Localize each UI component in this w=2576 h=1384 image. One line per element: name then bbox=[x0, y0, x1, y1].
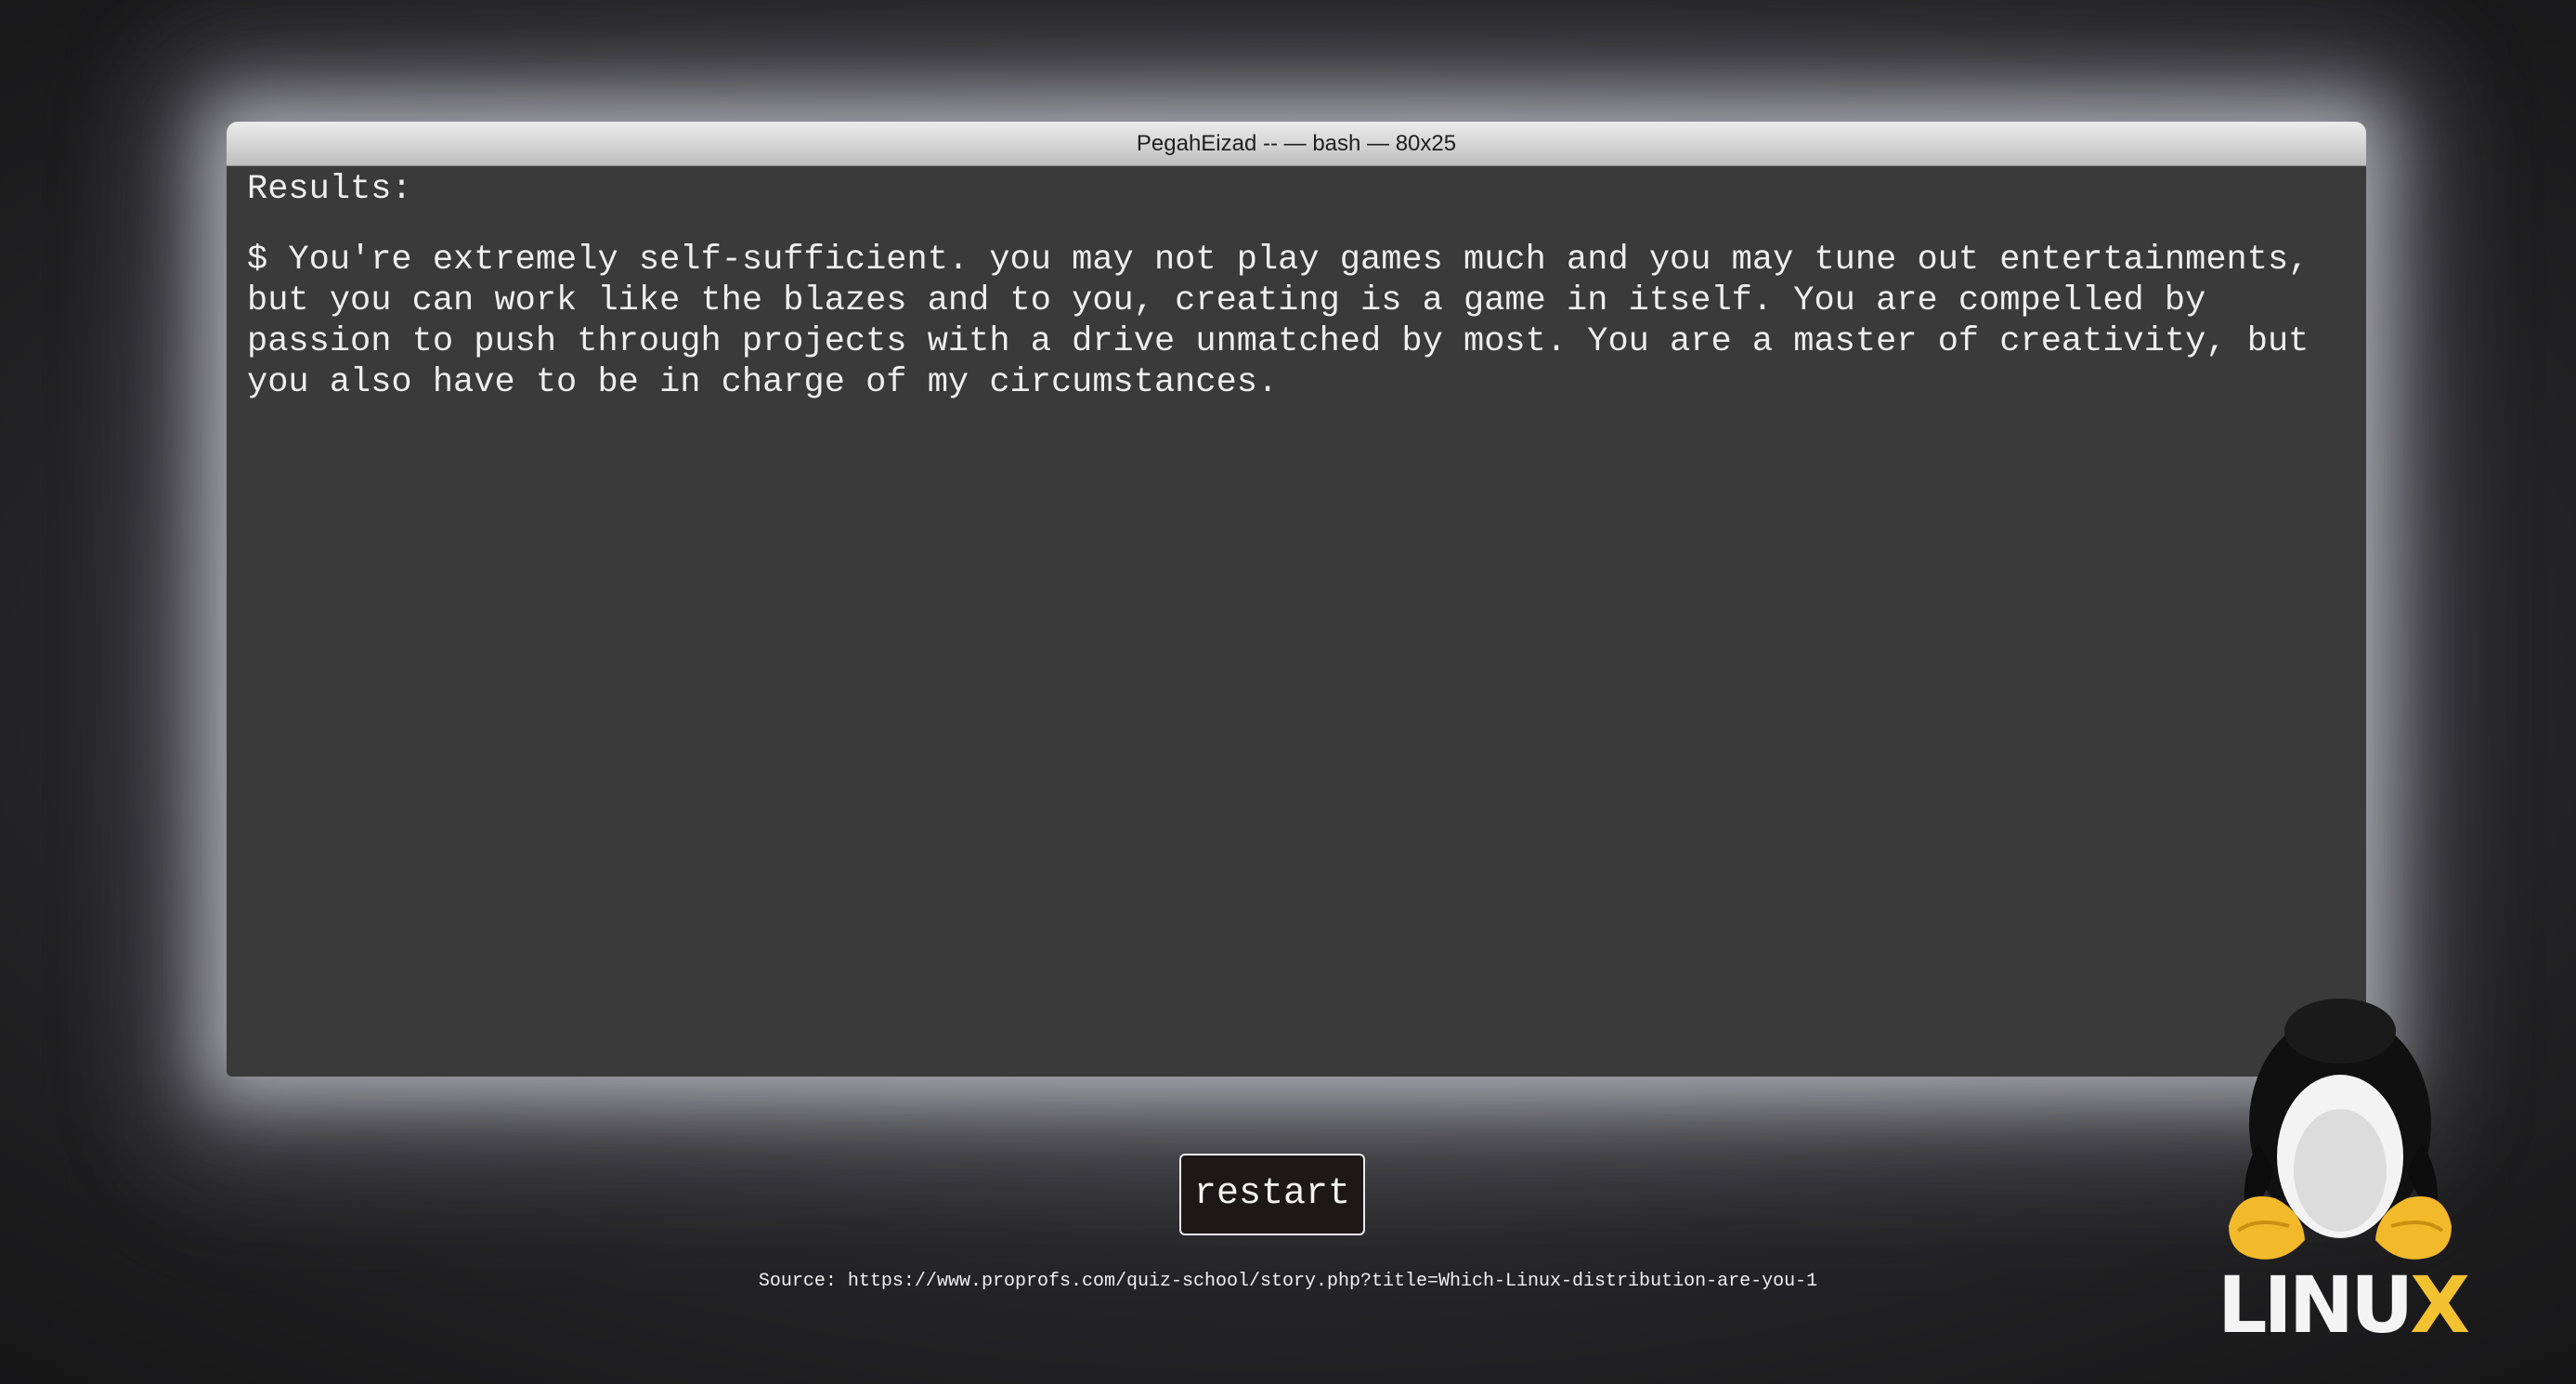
linux-logo-text: LINUX bbox=[2218, 1263, 2470, 1347]
result-description: $ You're extremely self-sufficient. you … bbox=[247, 241, 2309, 402]
terminal-output: Results: $ You're extremely self-suffici… bbox=[227, 169, 2366, 403]
results-heading: Results: bbox=[247, 170, 412, 209]
linux-logo-main: LINU bbox=[2218, 1260, 2413, 1351]
source-link[interactable]: Source: https://www.proprofs.com/quiz-sc… bbox=[0, 1269, 2576, 1295]
terminal-window: PegahEizad -- — bash — 80x25 Results: $ … bbox=[227, 122, 2366, 1077]
window-titlebar: PegahEizad -- — bash — 80x25 bbox=[227, 122, 2366, 166]
restart-button[interactable]: restart bbox=[1179, 1154, 1365, 1235]
window-title: PegahEizad -- — bash — 80x25 bbox=[1136, 131, 1457, 156]
linux-logo-accent: X bbox=[2410, 1260, 2470, 1351]
